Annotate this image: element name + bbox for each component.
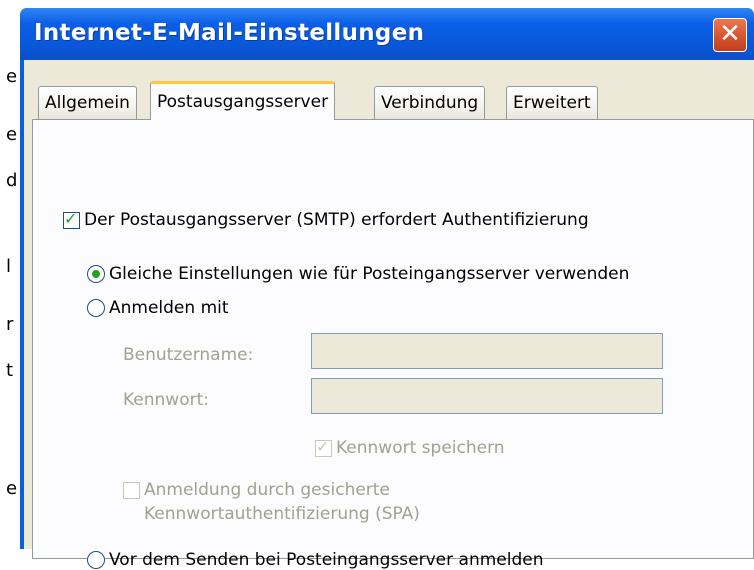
smtp-auth-label: Der Postausgangsserver (SMTP) erfordert … [84,210,589,230]
tab-panel-postausgangsserver: ✓ Der Postausgangsserver (SMTP) erforder… [32,119,754,570]
background-text-fragment: e [6,66,18,87]
tab-erweitert[interactable]: Erweitert [506,86,598,119]
login-before-send-radio[interactable] [87,551,105,569]
spa-row[interactable]: Anmeldung durch gesicherte Kennwortauthe… [123,478,420,526]
remember-password-row[interactable]: ✓ Kennwort speichern [315,436,505,458]
dialog-client-area: Allgemein Postausgangsserver Verbindung … [24,60,754,570]
password-label-text: Kennwort: [123,390,209,410]
spa-checkbox[interactable] [123,482,140,499]
background-window-edge: e e d l r t e [0,0,22,549]
dialog-title: Internet-E-Mail-Einstellungen [34,20,425,46]
same-settings-radio-row[interactable]: Gleiche Einstellungen wie für Posteingan… [87,264,629,284]
tab-allgemein[interactable]: Allgemein [38,86,137,119]
remember-password-checkbox[interactable]: ✓ [315,436,332,457]
username-label: Benutzername: [123,345,253,365]
login-with-radio-row[interactable]: Anmelden mit [87,298,229,318]
password-field[interactable] [311,378,663,414]
background-text-fragment: e [6,478,18,499]
tab-postausgangsserver[interactable]: Postausgangsserver [150,81,336,120]
close-button[interactable]: ✕ [713,18,747,52]
title-bar[interactable]: Internet-E-Mail-Einstellungen ✕ [20,8,754,60]
login-with-radio[interactable] [87,299,105,317]
background-text-fragment: t [6,360,14,381]
background-text-fragment: d [6,170,18,191]
login-before-send-label: Vor dem Senden bei Posteingangsserver an… [109,550,544,570]
same-settings-radio[interactable] [87,265,105,283]
background-text-fragment: l [6,256,12,277]
password-label: Kennwort: [123,390,209,410]
tab-verbindung[interactable]: Verbindung [374,86,486,119]
check-icon: ✓ [316,436,330,456]
username-label-text: Benutzername: [123,345,254,365]
spa-label-line2: Kennwortauthentifizierung (SPA) [144,504,420,524]
spa-label: Anmeldung durch gesicherte Kennwortauthe… [144,478,420,526]
background-text-fragment: e [6,124,18,145]
remember-password-label: Kennwort speichern [336,438,505,458]
background-text-fragment: r [6,314,14,335]
username-field[interactable] [311,333,663,369]
radio-selected-icon [92,270,100,278]
email-settings-dialog: Internet-E-Mail-Einstellungen ✕ Allgemei… [20,8,754,570]
login-with-label: Anmelden mit [109,298,229,318]
spa-label-line1: Anmeldung durch gesicherte [144,480,390,500]
smtp-auth-checkbox[interactable]: ✓ [63,208,80,229]
login-before-send-radio-row[interactable]: Vor dem Senden bei Posteingangsserver an… [87,550,543,570]
close-icon: ✕ [719,19,741,49]
same-settings-label: Gleiche Einstellungen wie für Posteingan… [109,264,630,284]
check-icon: ✓ [64,208,78,228]
smtp-auth-checkbox-row[interactable]: ✓ Der Postausgangsserver (SMTP) erforder… [63,208,589,230]
